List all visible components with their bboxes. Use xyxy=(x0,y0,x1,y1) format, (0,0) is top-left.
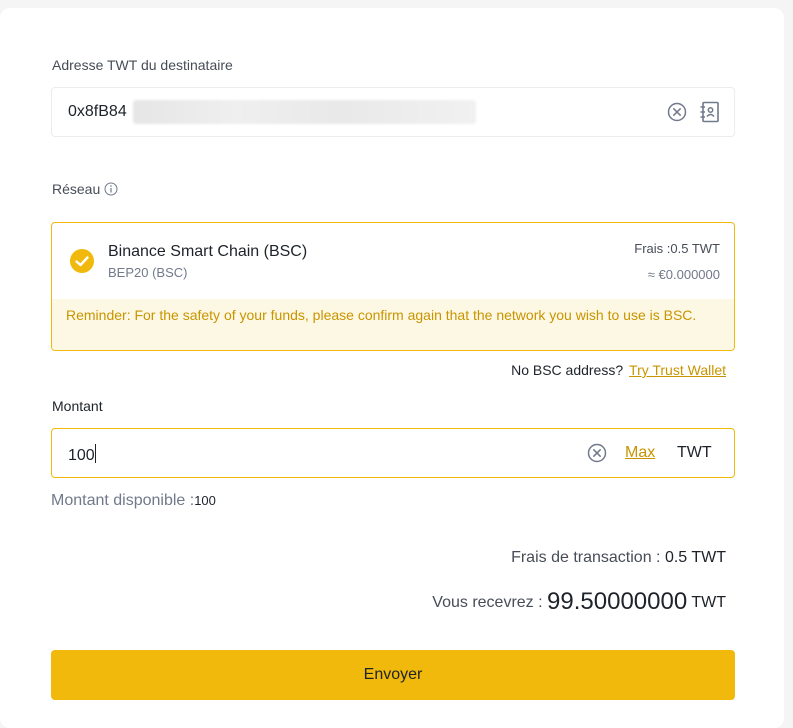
transaction-fee-value: 0.5 xyxy=(664,549,688,566)
clear-address-icon[interactable] xyxy=(667,102,687,122)
transaction-fee-unit: TWT xyxy=(691,549,726,566)
available-balance: Montant disponible :100 xyxy=(51,492,216,510)
recipient-address-input[interactable]: 0x8fB84 xyxy=(51,87,735,137)
redacted-address-blur xyxy=(133,100,476,124)
transaction-fee-summary: Frais de transaction : 0.5 TWT xyxy=(511,549,726,567)
receive-value: 99.50000000 xyxy=(547,588,688,615)
receive-amount-summary: Vous recevrez : 99.50000000 TWT xyxy=(432,588,726,616)
network-label-text: Réseau xyxy=(52,181,101,197)
network-reminder: Reminder: For the safety of your funds, … xyxy=(52,299,734,350)
available-value: 100 xyxy=(194,493,216,508)
no-address-text: No BSC address? xyxy=(511,362,624,378)
info-icon[interactable] xyxy=(104,182,118,196)
text-caret xyxy=(94,444,96,463)
transaction-fee-label: Frais de transaction : xyxy=(511,549,661,566)
network-selector[interactable]: Binance Smart Chain (BSC) BEP20 (BSC) Fr… xyxy=(51,222,735,351)
no-address-hint: No BSC address? Try Trust Wallet xyxy=(511,362,726,378)
amount-label: Montant xyxy=(52,398,103,414)
recipient-address-value: 0x8fB84 xyxy=(68,103,127,120)
send-button[interactable]: Envoyer xyxy=(51,650,735,700)
network-name: Binance Smart Chain (BSC) xyxy=(108,243,308,260)
amount-value: 100 xyxy=(68,444,96,465)
try-trust-wallet-link[interactable]: Try Trust Wallet xyxy=(629,362,726,378)
recipient-address-label: Adresse TWT du destinataire xyxy=(52,57,233,73)
clear-amount-icon[interactable] xyxy=(587,443,607,463)
network-label: Réseau xyxy=(52,181,118,197)
amount-input[interactable]: 100 Max TWT xyxy=(51,428,735,478)
network-protocol: BEP20 (BSC) xyxy=(108,265,188,280)
check-circle-icon xyxy=(70,249,94,273)
withdraw-form-card: Adresse TWT du destinataire 0x8fB84 Rése… xyxy=(0,8,784,728)
amount-unit: TWT xyxy=(677,444,712,461)
network-fee: Frais :0.5 TWT xyxy=(634,241,720,256)
address-book-icon[interactable] xyxy=(699,101,721,123)
amount-value-text: 100 xyxy=(68,447,95,464)
receive-label: Vous recevrez : xyxy=(432,594,543,611)
available-label: Montant disponible : xyxy=(51,492,195,509)
max-button[interactable]: Max xyxy=(625,444,655,462)
network-fee-fiat: ≈ €0.000000 xyxy=(647,267,720,282)
receive-unit: TWT xyxy=(691,594,726,611)
